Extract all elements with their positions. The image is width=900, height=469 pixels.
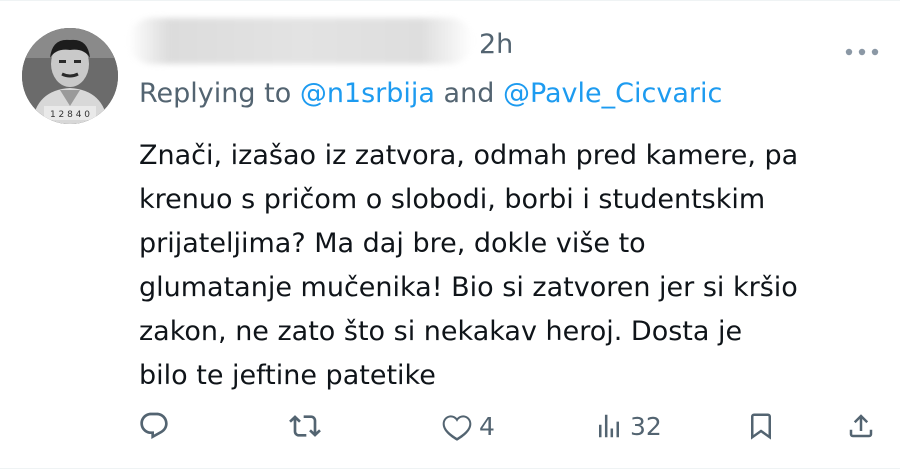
replying-to-and: and xyxy=(434,78,503,109)
tweet-text-line: glumatanje mučenika! Bio si zatvoren jer… xyxy=(139,272,798,303)
tweet-text: Znači, izašao iz zatvora, odmah pred kam… xyxy=(139,134,879,398)
replying-to: Replying to @n1srbija and @Pavle_Cicvari… xyxy=(139,77,722,111)
share-icon xyxy=(849,414,873,438)
share-button[interactable] xyxy=(846,404,876,448)
views-button[interactable]: 32 xyxy=(594,404,662,448)
mention-link[interactable]: @Pavle_Cicvaric xyxy=(503,78,722,109)
tweet-text-line: bilo te jeftine patetike xyxy=(139,360,436,391)
views-icon xyxy=(599,414,619,438)
reply-button[interactable] xyxy=(138,404,170,448)
tweet-text-line: prijateljima? Ma daj bre, dokle više to xyxy=(139,228,646,259)
more-icon[interactable] xyxy=(844,42,880,56)
tweet-text-line: Znači, izašao iz zatvora, odmah pred kam… xyxy=(139,140,799,171)
blurred-username xyxy=(128,18,473,64)
replying-to-label: Replying to xyxy=(139,78,300,109)
reply-icon xyxy=(140,412,168,439)
like-count: 4 xyxy=(479,411,495,441)
heart-icon xyxy=(442,415,472,441)
like-button[interactable]: 4 xyxy=(441,404,495,448)
divider xyxy=(0,0,900,1)
bookmark-icon xyxy=(751,413,771,440)
views-count: 32 xyxy=(630,411,662,441)
tweet-text-line: krenuo s pričom o slobodi, borbi i stude… xyxy=(139,184,766,215)
tweet-text-line: zakon, ne zato što si nekakav heroj. Dos… xyxy=(139,316,743,347)
timestamp[interactable]: 2h xyxy=(479,28,513,62)
mention-link[interactable]: @n1srbija xyxy=(300,78,435,109)
retweet-icon xyxy=(289,415,321,437)
action-bar: 4 32 xyxy=(0,404,900,448)
avatar[interactable]: 1 2 8 4 0 xyxy=(22,28,118,124)
bookmark-button[interactable] xyxy=(746,404,776,448)
retweet-button[interactable] xyxy=(288,404,322,448)
tweet[interactable]: 1 2 8 4 0 2h Replying to @n1srbija and @… xyxy=(0,0,900,469)
svg-text:1 2 8 4 0: 1 2 8 4 0 xyxy=(50,110,90,120)
